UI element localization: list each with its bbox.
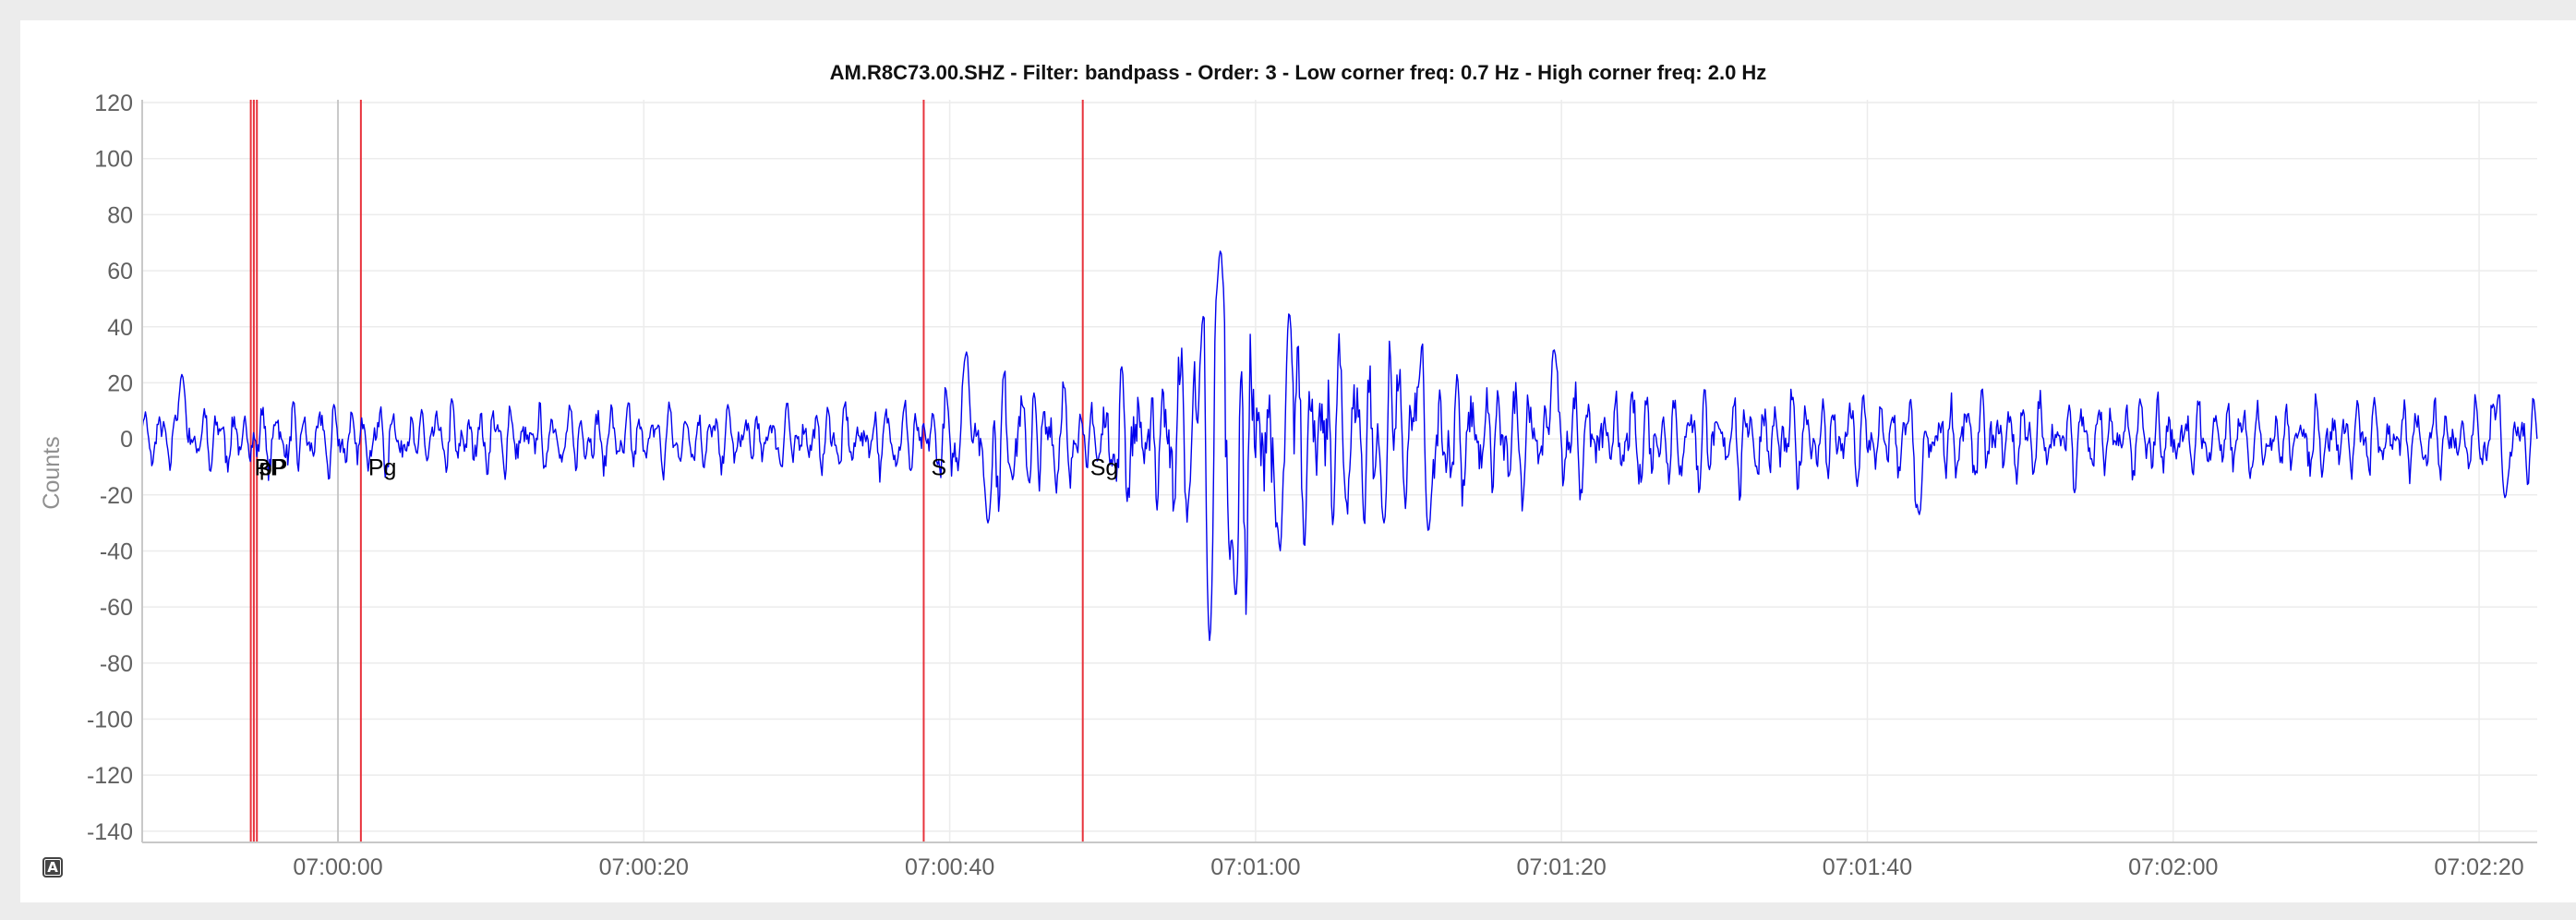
chart-panel: PpP sP Pg S Sg 120 100 80 60 40 20 0 -20 -40 -60 -80 -1… — [20, 20, 2576, 902]
x-tick-label: 07:01:40 — [1823, 854, 1912, 880]
waveform-trace — [141, 250, 2538, 641]
pick-label-s: S — [931, 455, 946, 481]
pick-label-sg: Sg — [1090, 455, 1119, 481]
y-tick-label: -20 — [100, 483, 133, 509]
y-tick-label: 20 — [107, 370, 133, 396]
y-tick-label: -60 — [100, 595, 133, 621]
x-tick-label: 07:00:40 — [905, 854, 994, 880]
pick-label-sp: sP — [259, 455, 285, 481]
seismogram-chart: PpPsP Pg S Sg 120100806040200-20-40-60-80-1… — [39, 61, 2538, 880]
x-tick-label: 07:01:00 — [1210, 854, 1300, 880]
y-tick-label: -40 — [100, 539, 133, 564]
x-tick-label: 07:00:00 — [293, 854, 382, 880]
y-tick-label: 80 — [107, 202, 133, 228]
x-tick-label: 07:00:20 — [599, 854, 689, 880]
x-tick-label: 07:01:20 — [1517, 854, 1607, 880]
autoscale-icon[interactable]: A — [42, 857, 63, 878]
y-axis-label: Counts — [39, 436, 65, 509]
pick-label-pg: Pg — [368, 455, 397, 481]
y-tick-label: 40 — [107, 315, 133, 341]
chart-title: AM.R8C73.00.SHZ - Filter: bandpass - Ord… — [830, 61, 1767, 84]
y-tick-label: -120 — [87, 763, 133, 789]
x-tick-label: 07:02:00 — [2128, 854, 2218, 880]
x-tick-label: 07:02:20 — [2434, 854, 2523, 880]
y-tick-label: -100 — [87, 708, 133, 733]
y-tick-label: 120 — [94, 91, 133, 116]
y-tick-label: 60 — [107, 259, 133, 284]
y-tick-label: -140 — [87, 819, 133, 845]
y-tick-label: -80 — [100, 651, 133, 677]
y-tick-label: 100 — [94, 147, 133, 173]
y-tick-label: 0 — [120, 427, 133, 453]
